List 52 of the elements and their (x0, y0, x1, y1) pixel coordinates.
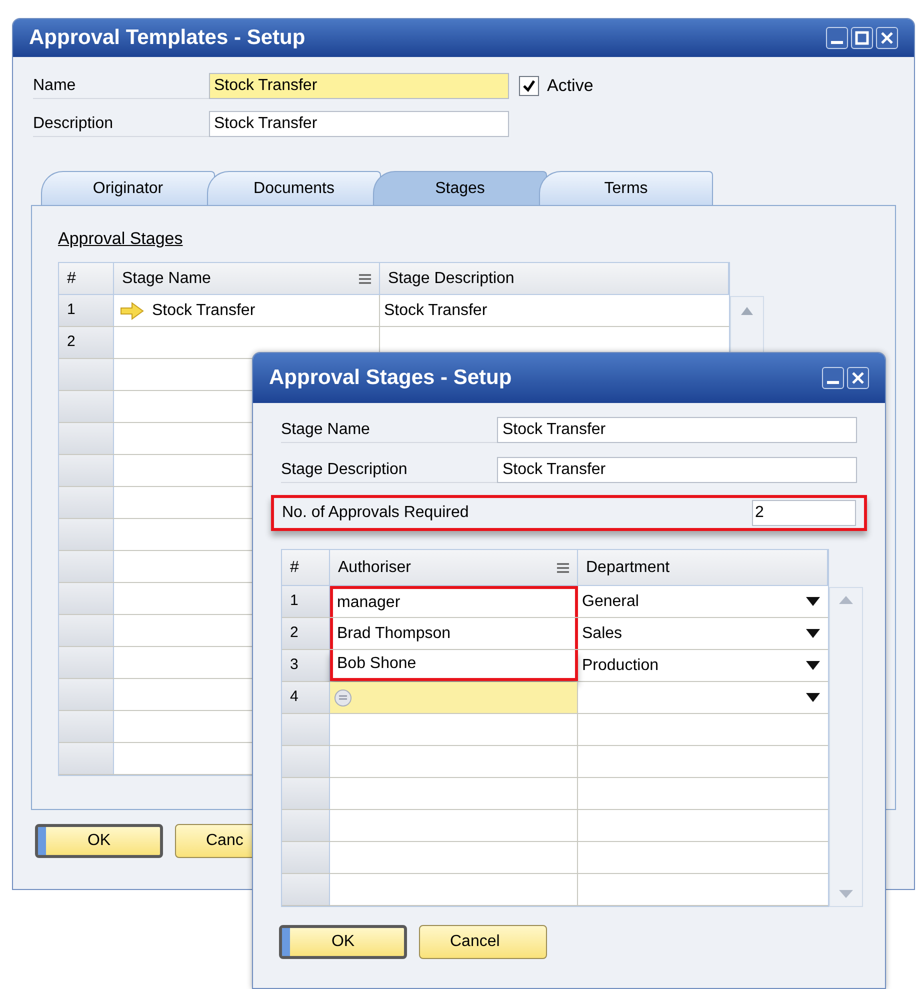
dropdown-caret-icon[interactable] (806, 597, 820, 606)
column-header[interactable]: # (59, 263, 114, 294)
dropdown-cell[interactable]: General (578, 586, 828, 617)
dropdown-caret-icon[interactable] (806, 661, 820, 670)
table-cell[interactable] (330, 682, 578, 713)
column-menu-icon[interactable] (557, 562, 569, 572)
section-title: Approval Stages (58, 229, 183, 248)
close-icon[interactable] (876, 27, 898, 49)
row-number: 3 (282, 650, 330, 681)
ok-button[interactable]: OK (35, 824, 163, 858)
list-icon[interactable] (334, 688, 352, 706)
row-number: 2 (59, 327, 114, 358)
maximize-icon[interactable] (851, 27, 873, 49)
table-cell[interactable]: manager (330, 586, 578, 617)
ok-button[interactable]: OK (279, 925, 407, 959)
minimize-icon[interactable] (826, 27, 848, 49)
column-header[interactable]: Authoriser (330, 550, 578, 585)
text-field[interactable]: Stock Transfer (497, 457, 857, 483)
column-header[interactable]: Department (578, 550, 828, 585)
dropdown-cell[interactable]: Sales (578, 618, 828, 649)
row-number: 4 (282, 682, 330, 713)
tab[interactable]: Stages (373, 171, 547, 205)
arrow-right-icon (120, 302, 144, 320)
table-cell[interactable]: Bob Shone (330, 650, 578, 681)
text-field[interactable]: Stock Transfer (209, 111, 509, 137)
table-cell-text: Stock Transfer (383, 300, 488, 320)
tab[interactable]: Documents (207, 171, 381, 205)
column-menu-icon[interactable] (359, 274, 371, 284)
close-icon[interactable] (847, 367, 869, 389)
row-number: 1 (59, 295, 114, 326)
dropdown-cell[interactable]: Production (578, 650, 828, 681)
dropdown-caret-icon[interactable] (806, 629, 820, 638)
minimize-icon[interactable] (822, 367, 844, 389)
checkbox-label: Active (547, 75, 594, 98)
field-label: No. of Approvals Required (282, 503, 469, 523)
row-number: 2 (282, 618, 330, 649)
number-field[interactable]: 2 (752, 500, 856, 526)
tab[interactable]: Originator (41, 171, 215, 205)
column-header[interactable]: Stage Description (380, 263, 729, 294)
table-cell[interactable]: Brad Thompson (330, 618, 578, 649)
column-header[interactable]: # (282, 550, 330, 585)
column-header[interactable]: Stage Name (114, 263, 380, 294)
dialog-title: Approval Stages - Setup (269, 365, 512, 392)
tab[interactable]: Terms (539, 171, 713, 205)
text-field[interactable]: Stock Transfer (497, 417, 857, 443)
row-number: 1 (282, 586, 330, 617)
window-title: Approval Templates - Setup (29, 25, 306, 52)
dropdown-caret-icon[interactable] (806, 693, 820, 702)
text-field[interactable]: Stock Transfer (209, 73, 509, 99)
cancel-button[interactable]: Cancel (419, 925, 547, 959)
checkbox[interactable] (519, 76, 539, 96)
table-cell: Stock Transfer (114, 295, 380, 326)
